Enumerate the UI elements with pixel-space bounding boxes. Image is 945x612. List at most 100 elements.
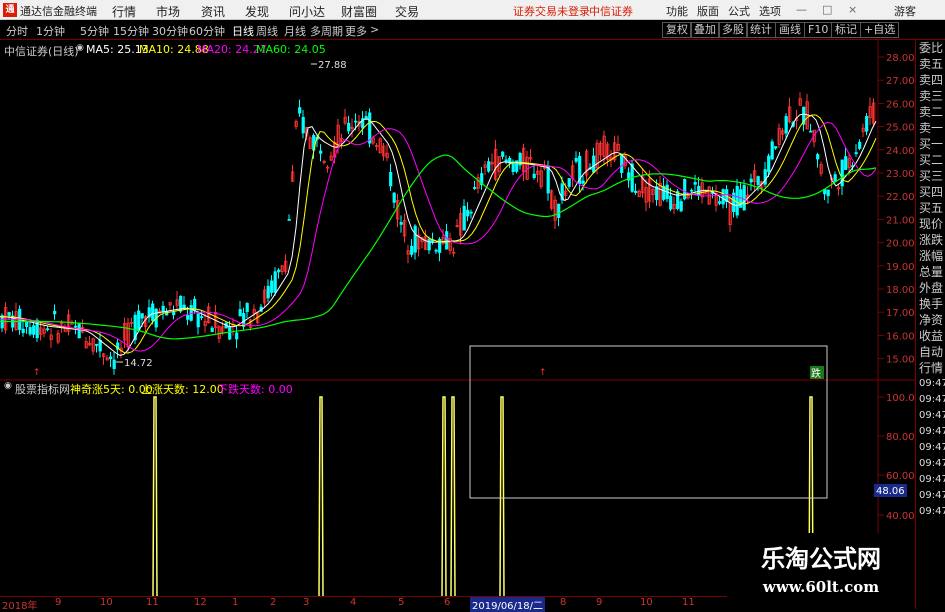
- tab-weekly[interactable]: 周线: [256, 23, 278, 39]
- sidebar-item[interactable]: 09:47: [916, 408, 945, 424]
- watermark-url: www.60lt.com: [762, 578, 880, 596]
- overlay-button[interactable]: 叠加: [690, 22, 720, 38]
- sidebar-item[interactable]: 卖四: [916, 72, 945, 88]
- broker-name[interactable]: 中信证券: [589, 3, 633, 19]
- sidebar-item[interactable]: 09:47: [916, 424, 945, 440]
- sidebar-item[interactable]: 卖五: [916, 56, 945, 72]
- candle-body: [809, 130, 813, 133]
- multi-stock-button[interactable]: 多股: [718, 22, 748, 38]
- sidebar-item[interactable]: 09:47: [916, 488, 945, 504]
- price-axis-label: 20.00: [886, 239, 915, 250]
- sidebar-item[interactable]: 卖三: [916, 88, 945, 104]
- candle-body: [413, 225, 417, 253]
- sidebar-item[interactable]: 自动: [916, 344, 945, 360]
- sidebar-item[interactable]: 净资: [916, 312, 945, 328]
- sidebar-item[interactable]: 买四: [916, 184, 945, 200]
- candle-body: [466, 209, 470, 217]
- f10-button[interactable]: F10: [804, 22, 833, 38]
- tab-multi[interactable]: 多周期: [310, 23, 343, 39]
- sidebar-item[interactable]: 行情: [916, 360, 945, 376]
- tab-monthly[interactable]: 月线: [284, 23, 306, 39]
- candle-body: [462, 205, 466, 231]
- tab-daily[interactable]: 日线: [232, 23, 254, 39]
- candle-body: [287, 219, 291, 221]
- ma60-line: [0, 154, 877, 340]
- formula-button[interactable]: 公式: [728, 3, 750, 19]
- draw-line-button[interactable]: 画线: [775, 22, 805, 38]
- sidebar-item[interactable]: 买一: [916, 136, 945, 152]
- candle-body: [7, 312, 11, 316]
- indicator-toggle-icon[interactable]: ◉: [4, 381, 12, 391]
- menu-shichang[interactable]: 市场: [156, 3, 180, 20]
- low-price-label: 14.72: [124, 358, 153, 369]
- sidebar-item[interactable]: 卖二: [916, 104, 945, 120]
- tab-30min[interactable]: 30分钟: [152, 23, 188, 39]
- sidebar-item[interactable]: 现价: [916, 216, 945, 232]
- sidebar-item[interactable]: 总量: [916, 264, 945, 280]
- ma60-value: MA60: 24.05: [256, 43, 326, 56]
- sidebar-item[interactable]: 09:47: [916, 472, 945, 488]
- candle-body: [858, 141, 862, 149]
- menu-wenxiaoda[interactable]: 问小达: [289, 3, 325, 20]
- chevron-right-icon[interactable]: >: [370, 23, 379, 36]
- marker-up-1: ↑: [33, 368, 41, 378]
- menu-hangqing[interactable]: 行情: [112, 3, 136, 20]
- sidebar-item[interactable]: 涨幅: [916, 248, 945, 264]
- sidebar-item[interactable]: 涨跌: [916, 232, 945, 248]
- sidebar-item[interactable]: 买二: [916, 152, 945, 168]
- sidebar-item[interactable]: 外盘: [916, 280, 945, 296]
- indicator-name[interactable]: 股票指标网: [15, 381, 70, 397]
- close-icon[interactable]: ×: [848, 3, 857, 16]
- menu-faxian[interactable]: 发现: [245, 3, 269, 20]
- menu-zixun[interactable]: 资讯: [201, 3, 225, 20]
- kline-chart[interactable]: 28.0027.0026.0025.0024.0023.0022.0021.00…: [0, 40, 915, 609]
- sidebar-item[interactable]: 委比: [916, 40, 945, 56]
- tab-5min[interactable]: 5分钟: [80, 23, 109, 39]
- login-warning[interactable]: 证券交易未登录: [513, 3, 590, 19]
- menu-caifuquan[interactable]: 财富圈: [341, 3, 377, 20]
- maximize-icon[interactable]: □: [822, 3, 832, 16]
- sidebar-item[interactable]: 买五: [916, 200, 945, 216]
- func-button[interactable]: 功能: [666, 3, 688, 19]
- sidebar-item[interactable]: 买三: [916, 168, 945, 184]
- restore-rights-button[interactable]: 复权: [662, 22, 692, 38]
- minimize-icon[interactable]: —: [796, 3, 807, 16]
- sidebar-item[interactable]: 09:47: [916, 504, 945, 520]
- menu-jiaoyi[interactable]: 交易: [395, 3, 419, 20]
- candlesticks: [0, 92, 876, 375]
- sidebar-item[interactable]: 09:47: [916, 456, 945, 472]
- layout-button[interactable]: 版面: [697, 3, 719, 19]
- stats-button[interactable]: 统计: [746, 22, 776, 38]
- sidebar-item[interactable]: 09:47: [916, 376, 945, 392]
- price-axis-label: 15.00: [886, 355, 915, 366]
- selection-box[interactable]: [469, 345, 828, 499]
- tab-more[interactable]: 更多: [345, 23, 367, 39]
- candle-body: [770, 141, 774, 160]
- sidebar-item[interactable]: 卖一: [916, 120, 945, 136]
- price-axis-label: 22.00: [886, 192, 915, 203]
- signal-label: 跌: [811, 367, 821, 380]
- candle-body: [546, 166, 550, 194]
- xaxis-label: 8: [560, 597, 567, 608]
- collapse-icon[interactable]: ◉: [76, 43, 84, 53]
- candle-body: [182, 304, 186, 309]
- candle-body: [319, 150, 323, 154]
- guest-label[interactable]: 游客: [894, 3, 916, 19]
- sidebar-item[interactable]: 收益: [916, 328, 945, 344]
- add-watchlist-button[interactable]: +自选: [860, 22, 900, 38]
- candle-body: [235, 332, 239, 340]
- candle-body: [844, 156, 848, 171]
- sidebar-item[interactable]: 09:47: [916, 392, 945, 408]
- sidebar-item[interactable]: 09:47: [916, 440, 945, 456]
- indicator-axis-label: 100.00: [886, 393, 915, 404]
- options-button[interactable]: 选项: [759, 3, 781, 19]
- candle-body: [742, 185, 746, 211]
- sidebar-item[interactable]: 换手: [916, 296, 945, 312]
- xaxis-label: 10: [100, 597, 113, 608]
- tab-15min[interactable]: 15分钟: [113, 23, 149, 39]
- tab-fenshi[interactable]: 分时: [6, 23, 28, 39]
- tab-1min[interactable]: 1分钟: [36, 23, 65, 39]
- tab-60min[interactable]: 60分钟: [189, 23, 225, 39]
- mark-button[interactable]: 标记: [831, 22, 861, 38]
- candle-body: [721, 189, 725, 205]
